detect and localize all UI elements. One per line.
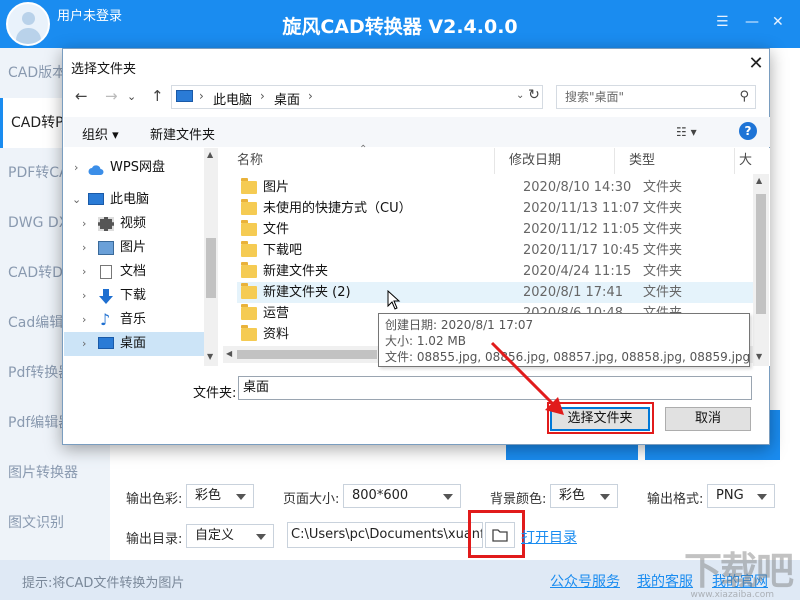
tree-item-this-pc[interactable]: ⌄ 此电脑: [64, 188, 204, 212]
navigation-scrollbar[interactable]: ▲ ▼: [204, 148, 218, 366]
folder-icon: [241, 262, 257, 278]
select-folder-dialog: 选择文件夹 ✕ ← → ⌄ ↑ › 此电脑 › 桌面 › ⌄ ↻ 搜索"桌面" …: [62, 48, 770, 445]
file-row[interactable]: 新建文件夹 2020/4/24 11:15 文件夹: [237, 261, 753, 282]
file-list-vertical-scrollbar[interactable]: ▲ ▼: [753, 174, 769, 366]
view-options-icon[interactable]: ☷ ▾: [676, 125, 697, 139]
up-arrow-icon[interactable]: ↑: [151, 87, 164, 105]
new-folder-button[interactable]: 新建文件夹: [150, 124, 215, 143]
footer-link-wechat[interactable]: 公众号服务: [550, 571, 620, 591]
footer: 提示:将CAD文件转换为图片 公众号服务 我的客服 我的官网: [0, 560, 800, 600]
search-input[interactable]: 搜索"桌面" ⚲: [556, 85, 756, 109]
folder-icon: [241, 199, 257, 215]
picture-icon: [98, 241, 114, 255]
background-color-select[interactable]: 彩色: [550, 484, 618, 508]
folder-icon: [241, 241, 257, 257]
cloud-icon: [88, 161, 104, 175]
folder-tooltip: 创建日期: 2020/8/1 17:07 大小: 1.02 MB 文件: 088…: [378, 313, 750, 367]
breadcrumb-separator[interactable]: ›: [308, 89, 313, 103]
file-row[interactable]: 下载吧 2020/11/17 10:45 文件夹: [237, 240, 753, 261]
settings-icon[interactable]: ☰: [716, 14, 729, 30]
breadcrumb-this-pc[interactable]: 此电脑: [213, 89, 252, 108]
breadcrumb-desktop[interactable]: 桌面: [274, 89, 300, 108]
forward-arrow-icon[interactable]: →: [105, 87, 118, 105]
back-arrow-icon[interactable]: ←: [75, 87, 88, 105]
column-header-date[interactable]: 修改日期: [495, 148, 615, 174]
this-pc-icon: [176, 90, 193, 102]
output-format-select[interactable]: PNG: [707, 484, 775, 508]
highlight-box-browse: [468, 510, 525, 558]
folder-icon: [241, 325, 257, 341]
desktop-icon: [98, 337, 114, 349]
output-path-input[interactable]: C:\Users\pc\Documents\xuanfeng: [287, 522, 483, 548]
dialog-toolbar: 组织 ▾ 新建文件夹 ☷ ▾ ?: [64, 117, 770, 147]
output-format-label: 输出格式:: [647, 492, 704, 507]
app-header: 用户未登录 旋风CAD转换器 V2.4.0.0 ☰ — ✕: [0, 0, 800, 48]
video-icon: [98, 217, 114, 231]
close-icon[interactable]: ✕: [772, 14, 784, 30]
background-color-label: 背景颜色:: [490, 492, 547, 507]
tooltip-size: 大小: 1.02 MB: [385, 334, 466, 348]
file-row[interactable]: 图片 2020/8/10 14:30 文件夹: [237, 177, 753, 198]
mouse-cursor-icon: [387, 290, 401, 310]
folder-icon: [241, 220, 257, 236]
output-color-select[interactable]: 彩色: [186, 484, 254, 508]
minimize-icon[interactable]: —: [745, 14, 759, 30]
music-icon: ♪: [100, 310, 111, 329]
file-row[interactable]: 文件 2020/11/12 11:05 文件夹: [237, 219, 753, 240]
help-icon[interactable]: ?: [739, 122, 757, 140]
tree-item-wps-cloud[interactable]: › WPS网盘: [64, 156, 204, 180]
address-bar[interactable]: › 此电脑 › 桌面 › ⌄: [171, 85, 543, 109]
organize-menu[interactable]: 组织 ▾: [82, 124, 119, 143]
column-header-type[interactable]: 类型: [615, 148, 735, 174]
highlight-box-select: [547, 402, 654, 434]
folder-icon: [241, 283, 257, 299]
document-icon: [100, 265, 112, 279]
open-directory-link[interactable]: 打开目录: [521, 527, 577, 547]
file-row[interactable]: 未使用的快捷方式（CU） 2020/11/13 11:07 文件夹: [237, 198, 753, 219]
folder-icon: [241, 304, 257, 320]
watermark-url: www.xiazaiba.com: [690, 590, 774, 600]
search-icon[interactable]: ⚲: [739, 86, 749, 108]
tree-item-downloads[interactable]: › 下载: [64, 284, 204, 308]
dialog-close-icon[interactable]: ✕: [745, 53, 767, 75]
tree-item-videos[interactable]: › 视频: [64, 212, 204, 236]
folder-name-label: 文件夹:: [193, 386, 237, 401]
tooltip-files: 文件: 08855.jpg, 08856.jpg, 08857.jpg, 088…: [385, 350, 750, 364]
dialog-title: 选择文件夹: [71, 62, 137, 77]
output-dir-label: 输出目录:: [126, 532, 183, 547]
tree-item-desktop[interactable]: › 桌面: [64, 332, 204, 356]
sort-arrow-icon: ⌃: [359, 144, 368, 155]
footer-tip: 提示:将CAD文件转换为图片: [22, 576, 185, 591]
tree-item-music[interactable]: › ♪ 音乐: [64, 308, 204, 332]
page-size-label: 页面大小:: [283, 492, 340, 507]
page-size-select[interactable]: 800*600: [343, 484, 461, 508]
computer-icon: [88, 193, 104, 205]
navigation-pane: › WPS网盘 ⌄ 此电脑 › 视频 › 图片 › 文档 › 下载 › ♪ 音乐…: [64, 148, 218, 366]
folder-name-input[interactable]: 桌面: [238, 376, 752, 400]
column-header-size[interactable]: 大: [735, 148, 753, 174]
breadcrumb-separator[interactable]: ›: [199, 89, 204, 103]
folder-icon: [241, 178, 257, 194]
watermark-logo: 下载吧: [683, 549, 794, 593]
breadcrumb-separator[interactable]: ›: [260, 89, 265, 103]
refresh-icon[interactable]: ↻: [524, 87, 544, 107]
app-title: 旋风CAD转换器 V2.4.0.0: [282, 16, 518, 38]
cancel-button[interactable]: 取消: [665, 407, 751, 431]
file-row-hovered[interactable]: 新建文件夹 (2) 2020/8/1 17:41 文件夹: [237, 282, 753, 303]
download-icon: [98, 289, 114, 304]
tree-item-pictures[interactable]: › 图片: [64, 236, 204, 260]
tooltip-created: 创建日期: 2020/8/1 17:07: [385, 318, 534, 332]
output-dir-mode-select[interactable]: 自定义: [186, 524, 274, 548]
sidebar-item-ocr[interactable]: 图文识别: [0, 498, 110, 548]
history-dropdown-icon[interactable]: ⌄: [127, 90, 136, 103]
tree-item-documents[interactable]: › 文档: [64, 260, 204, 284]
sidebar-item-image-converter[interactable]: 图片转换器: [0, 448, 110, 498]
output-color-label: 输出色彩:: [126, 492, 183, 507]
